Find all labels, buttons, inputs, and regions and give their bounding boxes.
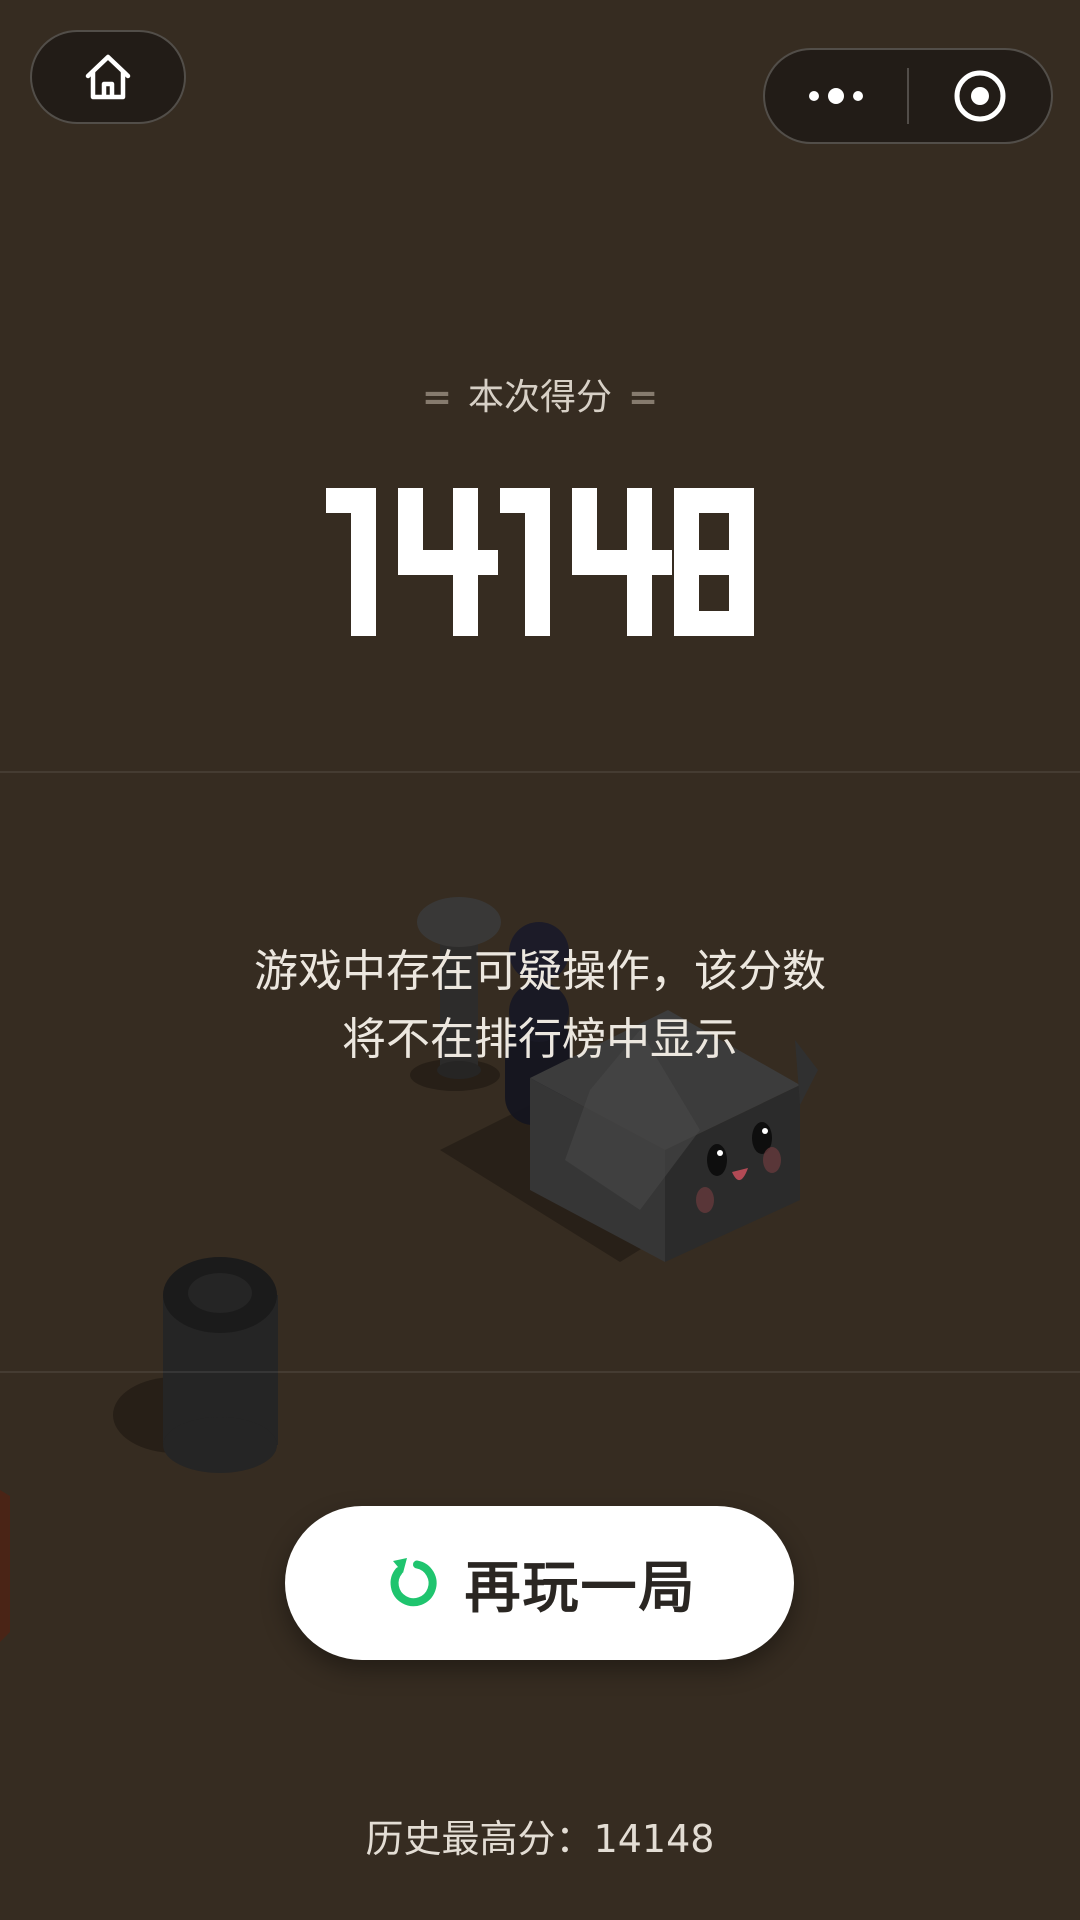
best-score: 历史最高分：14148 [0,1808,1080,1863]
home-button[interactable] [30,30,186,124]
score-digit-4 [572,488,672,636]
score-value [0,432,1080,642]
target-close-icon [954,70,1006,122]
brown-block [0,1490,10,1642]
warning-line-2: 将不在排行榜中显示 [342,1014,738,1065]
mini-program-capsule [763,48,1053,144]
refresh-icon [390,1558,437,1607]
score-label-text: 本次得分 [467,377,612,418]
replay-button[interactable]: 再玩一局 [285,1506,794,1660]
best-score-label: 历史最高分： [365,1817,594,1861]
score-digits [326,488,754,636]
score-digit-4 [398,488,498,636]
divider-bottom [0,1371,1080,1373]
equals-icon: = [628,377,659,418]
best-score-value: 14148 [593,1817,715,1861]
cylinder-block [163,1257,278,1473]
score-digit-8 [674,488,754,636]
warning-line-1: 游戏中存在可疑操作，该分数 [254,946,826,997]
suspicious-warning: 游戏中存在可疑操作，该分数 将不在排行榜中显示 [0,938,1080,1074]
home-icon [85,54,131,100]
more-dots-icon [809,88,863,104]
score-digit-1 [500,488,550,636]
replay-label: 再玩一局 [464,1555,697,1621]
score-digit-1 [326,488,376,636]
more-button[interactable] [765,50,907,142]
equals-icon: = [421,377,452,418]
score-label: = 本次得分 = [0,368,1080,420]
close-button[interactable] [909,50,1051,142]
divider-top [0,771,1080,773]
